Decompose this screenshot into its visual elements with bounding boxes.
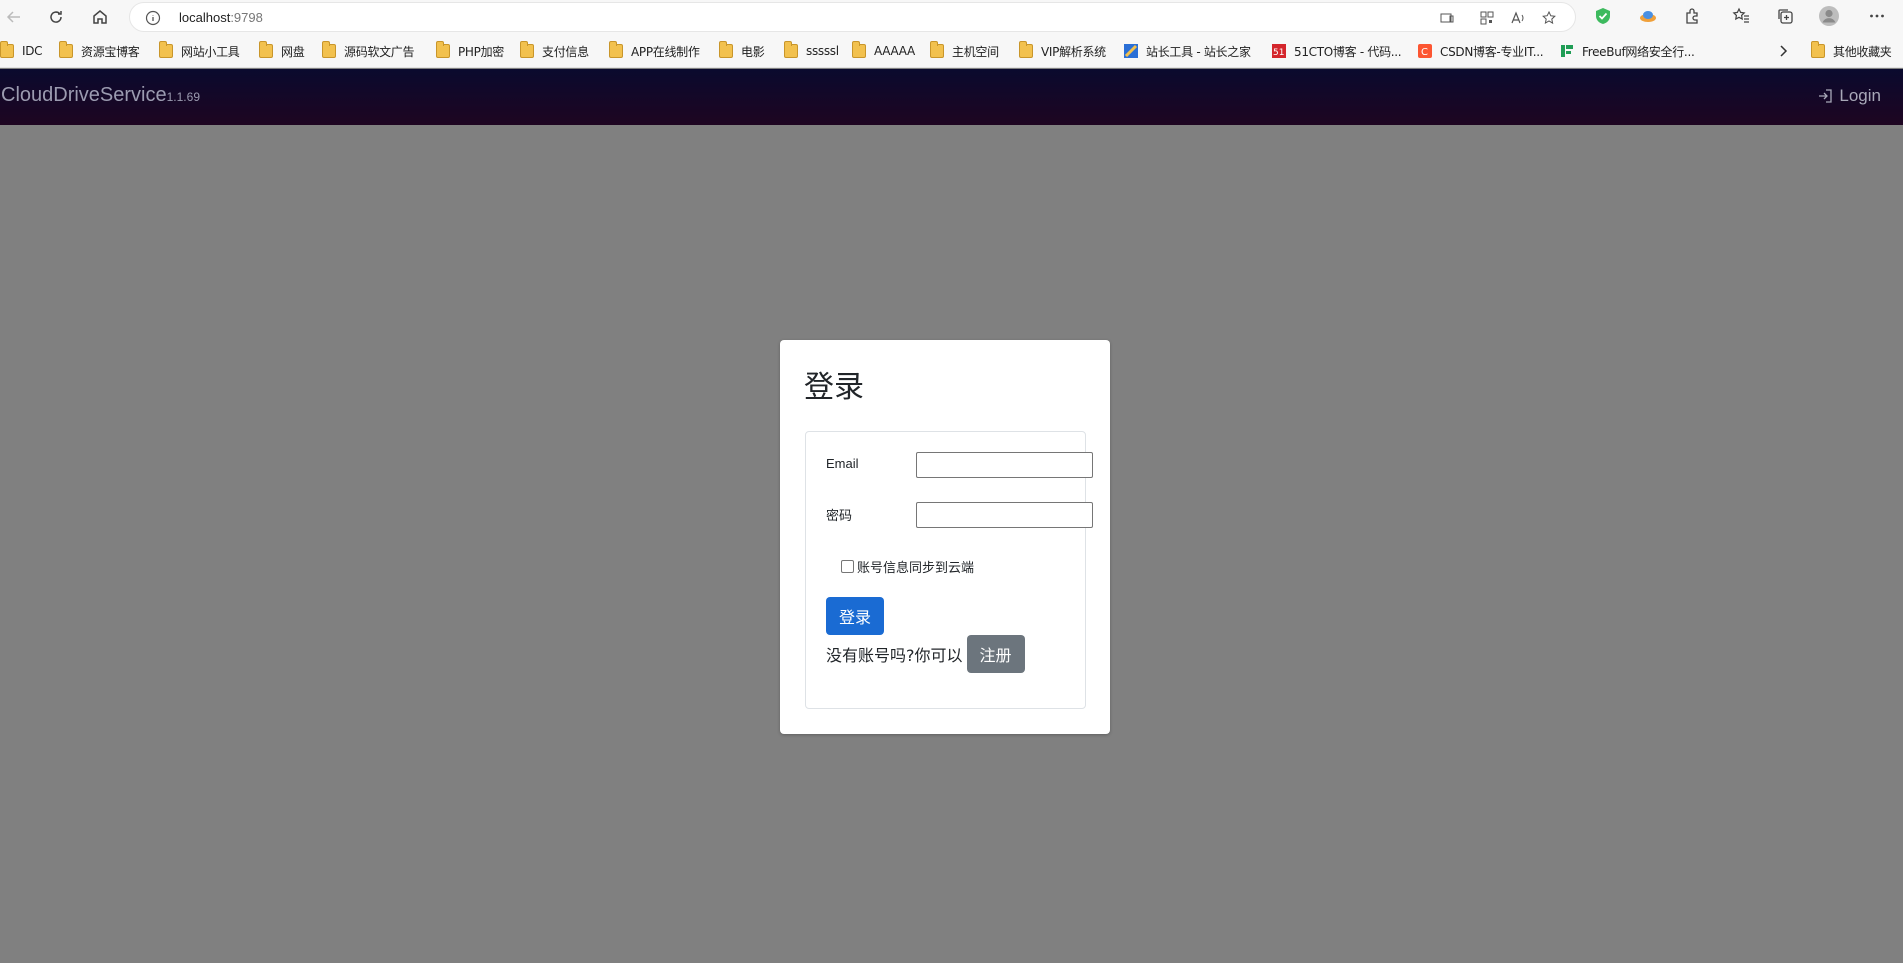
sync-to-cloud-option[interactable]: 账号信息同步到云端 bbox=[841, 557, 974, 576]
sync-to-cloud-label: 账号信息同步到云端 bbox=[857, 561, 975, 576]
address-bar[interactable]: localhost:9798 bbox=[129, 2, 1576, 32]
folder-icon bbox=[0, 41, 14, 58]
profile-avatar-icon[interactable] bbox=[1818, 5, 1840, 27]
folder-icon bbox=[1811, 41, 1825, 58]
brand-link[interactable]: CloudDriveService1.1.69 bbox=[1, 84, 200, 107]
folder-icon bbox=[930, 41, 944, 58]
reload-icon bbox=[50, 11, 62, 23]
qr-code-icon[interactable] bbox=[1479, 10, 1495, 26]
bookmark-item[interactable]: 资源宝博客 bbox=[59, 40, 140, 62]
register-prompt: 没有账号吗?你可以 bbox=[826, 646, 963, 665]
app-navbar: CloudDriveService1.1.69 Login bbox=[0, 69, 1903, 125]
bookmark-item[interactable]: FreeBuf网络安全行... bbox=[1560, 40, 1695, 62]
folder-icon bbox=[259, 41, 273, 58]
51cto-site-icon: 51 bbox=[1272, 44, 1286, 58]
app-version: 1.1.69 bbox=[166, 90, 200, 104]
folder-icon bbox=[322, 41, 336, 58]
collections-icon[interactable] bbox=[1774, 5, 1796, 27]
bookmark-item[interactable]: 主机空间 bbox=[930, 40, 999, 62]
shield-extension-icon[interactable] bbox=[1592, 5, 1614, 27]
password-field[interactable] bbox=[916, 502, 1093, 528]
folder-icon bbox=[719, 41, 733, 58]
bookmarks-bar: IDC 资源宝博客 网站小工具 网盘 源码软文广告 PHP加密 支付信息 APP… bbox=[0, 34, 1903, 68]
email-label: Email bbox=[826, 456, 859, 471]
bookmark-item[interactable]: 电影 bbox=[719, 40, 765, 62]
bookmark-item[interactable]: 支付信息 bbox=[520, 40, 589, 62]
url-port: :9798 bbox=[230, 10, 263, 25]
chinaz-site-icon bbox=[1124, 44, 1138, 58]
folder-icon bbox=[520, 41, 534, 58]
bookmark-item[interactable]: 网盘 bbox=[259, 40, 305, 62]
bookmark-item[interactable]: 源码软文广告 bbox=[322, 40, 415, 62]
login-card: 登录 Email 密码 账号信息同步到云端 登录 没有账号吗?你可以 注册 bbox=[780, 340, 1110, 734]
folder-icon bbox=[159, 41, 173, 58]
back-button[interactable] bbox=[0, 4, 28, 30]
reload-button[interactable] bbox=[42, 4, 70, 30]
folder-icon bbox=[59, 41, 73, 58]
folder-icon bbox=[1019, 41, 1033, 58]
folder-icon bbox=[609, 41, 623, 58]
sync-to-cloud-checkbox[interactable] bbox=[841, 560, 854, 573]
add-favorite-icon[interactable] bbox=[1541, 10, 1557, 26]
bookmarks-overflow-button[interactable] bbox=[1776, 40, 1790, 62]
url-text[interactable]: localhost:9798 bbox=[179, 10, 263, 26]
bookmark-item[interactable]: sssssl bbox=[784, 40, 839, 62]
app-available-icon[interactable] bbox=[1439, 10, 1455, 26]
nav-login-link[interactable]: Login bbox=[1817, 86, 1881, 106]
email-field[interactable] bbox=[916, 452, 1093, 478]
login-form: Email 密码 账号信息同步到云端 登录 没有账号吗?你可以 注册 bbox=[805, 431, 1093, 709]
folder-icon bbox=[852, 41, 866, 58]
register-button[interactable]: 注册 bbox=[966, 635, 1025, 673]
csdn-site-icon: C bbox=[1418, 44, 1432, 58]
svg-text:51: 51 bbox=[1273, 48, 1284, 58]
bookmark-item[interactable]: AAAAA bbox=[852, 40, 915, 62]
bookmark-item[interactable]: VIP解析系统 bbox=[1019, 40, 1106, 62]
more-menu-icon[interactable] bbox=[1866, 5, 1888, 27]
sign-in-icon bbox=[1819, 89, 1833, 103]
bookmark-item[interactable]: 站长工具 - 站长之家 bbox=[1124, 40, 1251, 62]
url-host: localhost bbox=[179, 10, 231, 25]
folder-icon bbox=[436, 41, 450, 58]
bookmark-item[interactable]: 51 51CTO博客 - 代码... bbox=[1272, 40, 1402, 62]
other-bookmarks-folder[interactable]: 其他收藏夹 bbox=[1811, 40, 1892, 62]
password-label: 密码 bbox=[826, 508, 853, 523]
login-submit-button[interactable]: 登录 bbox=[826, 597, 884, 635]
info-icon[interactable] bbox=[145, 10, 161, 26]
login-title: 登录 bbox=[804, 370, 864, 405]
brand-name: CloudDriveService bbox=[1, 84, 167, 106]
cloud-extension-icon[interactable] bbox=[1637, 5, 1659, 27]
folder-icon bbox=[784, 41, 798, 58]
home-button[interactable] bbox=[86, 4, 114, 30]
favorites-icon[interactable] bbox=[1730, 5, 1752, 27]
register-row: 没有账号吗?你可以 注册 bbox=[826, 635, 1025, 673]
bookmark-item[interactable]: 网站小工具 bbox=[159, 40, 240, 62]
extensions-icon[interactable] bbox=[1681, 5, 1703, 27]
svg-text:C: C bbox=[1421, 47, 1428, 58]
read-aloud-icon[interactable] bbox=[1510, 10, 1526, 26]
nav-login-label: Login bbox=[1839, 86, 1881, 105]
bookmark-item[interactable]: PHP加密 bbox=[436, 40, 504, 62]
bookmark-item[interactable]: C CSDN博客-专业IT... bbox=[1418, 40, 1544, 62]
freebuf-site-icon bbox=[1561, 45, 1573, 57]
arrow-left-icon bbox=[6, 11, 20, 23]
chevron-right-icon bbox=[1780, 45, 1788, 57]
home-icon bbox=[93, 10, 107, 24]
browser-toolbar: localhost:9798 bbox=[0, 0, 1903, 34]
bookmark-item[interactable]: IDC bbox=[0, 40, 43, 62]
bookmark-item[interactable]: APP在线制作 bbox=[609, 40, 700, 62]
